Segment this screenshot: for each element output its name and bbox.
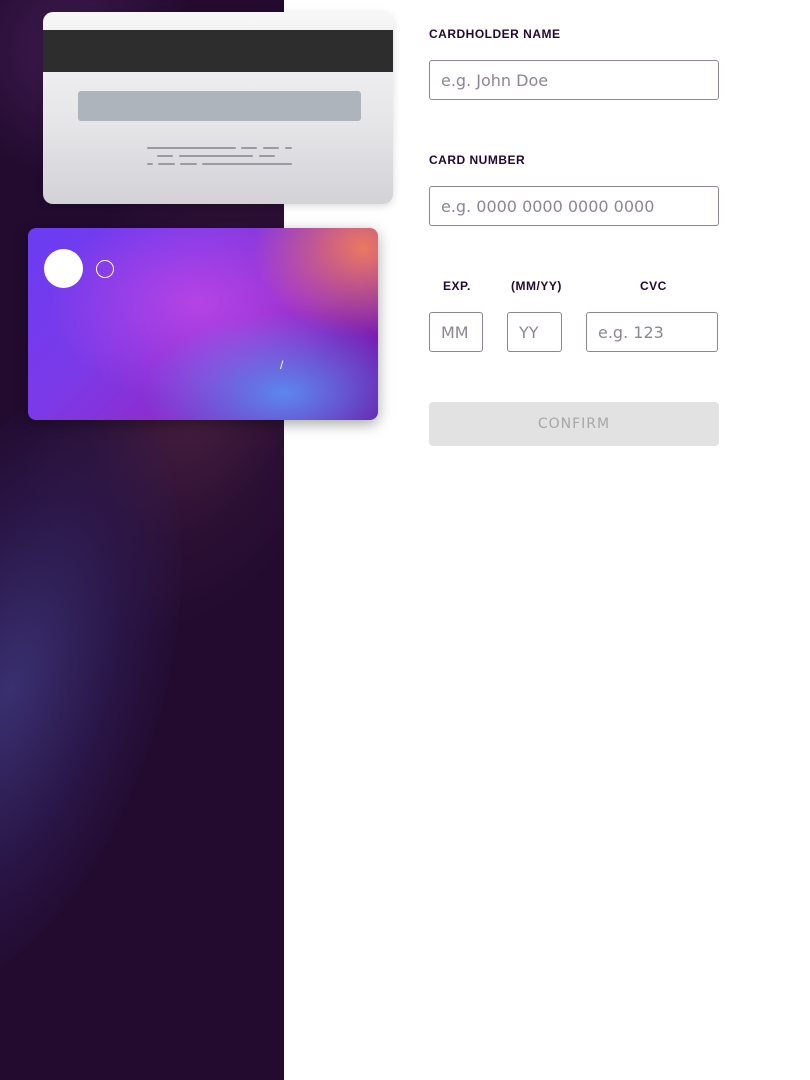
exp-month-input[interactable] [429, 312, 483, 352]
fine-print-line [263, 147, 279, 149]
card-logo-outline-circle-icon [96, 260, 114, 278]
exp-year-input[interactable] [507, 312, 562, 352]
fine-print-line [158, 163, 175, 165]
fine-print-line [285, 147, 292, 149]
card-back-fine-print [43, 146, 393, 170]
cvc-label: CVC [640, 279, 667, 293]
exp-label: EXP. [443, 279, 471, 293]
exp-format-label: (MM/YY) [511, 279, 562, 293]
cardholder-name-label: CARDHOLDER NAME [429, 27, 561, 41]
cardholder-name-input[interactable] [429, 60, 719, 100]
fine-print-line [202, 163, 292, 165]
fine-print-line [180, 163, 197, 165]
card-number-label: CARD NUMBER [429, 153, 526, 167]
magnetic-stripe [43, 30, 393, 72]
cvc-input[interactable] [586, 312, 718, 352]
card-front-preview: / [28, 228, 378, 420]
fine-print-line [157, 155, 173, 157]
fine-print-line [259, 155, 275, 157]
card-front-exp-separator: / [280, 358, 284, 372]
fine-print-line [179, 155, 253, 157]
card-number-input[interactable] [429, 186, 719, 226]
card-back-preview [43, 12, 393, 204]
confirm-button[interactable]: CONFIRM [429, 402, 719, 446]
signature-panel [78, 91, 361, 121]
card-logo-filled-circle-icon [44, 249, 83, 288]
fine-print-line [147, 163, 153, 165]
fine-print-line [147, 147, 236, 149]
fine-print-line [241, 147, 257, 149]
